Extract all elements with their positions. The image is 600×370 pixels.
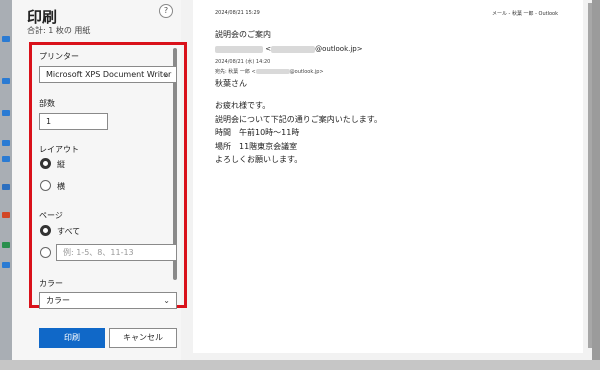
body-line: よろしくお願いします。 xyxy=(215,155,303,164)
printer-value: Microsoft XPS Document Writer xyxy=(46,70,172,79)
excel-app-icon[interactable] xyxy=(2,242,10,248)
email-recipient: 宛先: 秋葉 一郎 < @outlook.jp> xyxy=(215,69,324,75)
preview-page-header: メール - 秋葉 一郎 - Outlook xyxy=(491,11,558,17)
email-subject: 説明会のご案内 xyxy=(215,30,271,39)
cancel-button[interactable]: キャンセル xyxy=(109,328,177,348)
print-preview-page: 2024/08/21 15:29 メール - 秋葉 一郎 - Outlook 説… xyxy=(193,0,583,353)
window-bottom-bar xyxy=(0,360,600,370)
pages-label: ページ xyxy=(39,211,63,220)
color-select[interactable]: カラー ⌄ xyxy=(39,292,177,309)
body-line: 説明会について下記の通りご案内いたします。 xyxy=(215,114,382,124)
color-value: カラー xyxy=(46,296,70,305)
preview-print-date: 2024/08/21 15:29 xyxy=(215,10,260,16)
email-sender: < @outlook.jp> xyxy=(215,45,363,53)
todo-app-icon[interactable] xyxy=(2,156,10,162)
sheet-count: 合計: 1 枚の 用紙 xyxy=(27,26,91,35)
all-pages-radio[interactable] xyxy=(40,225,51,236)
landscape-radio[interactable] xyxy=(40,180,51,191)
dialog-title: 印刷 xyxy=(27,8,58,26)
help-icon[interactable]: ? xyxy=(159,4,173,18)
word-app-icon[interactable] xyxy=(2,184,10,190)
email-sent-time: 2024/08/21 (水) 14:20 xyxy=(215,59,271,65)
print-dialog: 印刷 合計: 1 枚の 用紙 ? プリンター Microsoft XPS Doc… xyxy=(12,0,592,360)
redacted-address xyxy=(271,45,316,53)
copies-label: 部数 xyxy=(39,99,55,108)
email-body: お疲れ様です。 説明会について下記の通りご案内いたします。 時間 午前10時～1… xyxy=(215,99,382,167)
layout-label: レイアウト xyxy=(39,145,79,154)
printer-select[interactable]: Microsoft XPS Document Writer ⌄ xyxy=(39,66,177,83)
all-pages-label: すべて xyxy=(57,227,81,236)
portrait-radio[interactable] xyxy=(40,158,51,169)
redacted-name xyxy=(215,45,263,53)
app-sidebar-strip xyxy=(0,0,12,370)
printer-label: プリンター xyxy=(39,52,79,61)
page-range-radio[interactable] xyxy=(40,247,51,258)
mail-app-icon[interactable] xyxy=(2,36,10,42)
chevron-down-icon: ⌄ xyxy=(163,70,170,79)
color-label: カラー xyxy=(39,279,63,288)
preview-scrollbar[interactable] xyxy=(588,3,592,348)
onedrive-app-icon[interactable] xyxy=(2,262,10,268)
redacted-address xyxy=(255,69,290,74)
chevron-down-icon: ⌄ xyxy=(163,296,170,305)
people-app-icon[interactable] xyxy=(2,110,10,116)
portrait-label: 縦 xyxy=(57,160,65,169)
body-line: 場所 11階東京会議室 xyxy=(215,141,298,151)
landscape-label: 横 xyxy=(57,182,65,191)
email-greeting: 秋葉さん xyxy=(215,79,247,88)
print-button[interactable]: 印刷 xyxy=(39,328,105,348)
powerpoint-app-icon[interactable] xyxy=(2,212,10,218)
page-range-input[interactable]: 例: 1-5、8、11-13 xyxy=(56,244,177,261)
copies-input[interactable]: 1 xyxy=(39,113,108,130)
body-line: 時間 午前10時～11時 xyxy=(215,128,300,137)
calendar-app-icon[interactable] xyxy=(2,78,10,84)
tasks-app-icon[interactable] xyxy=(2,140,10,146)
body-line: お疲れ様です。 xyxy=(215,101,271,110)
